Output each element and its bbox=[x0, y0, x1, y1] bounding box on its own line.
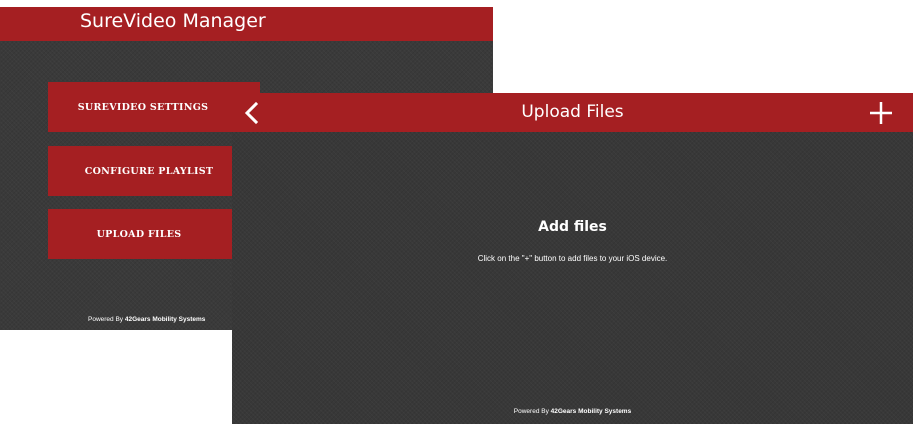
plus-icon[interactable] bbox=[868, 100, 894, 126]
surevideo-settings-label: SUREVIDEO SETTINGS bbox=[77, 101, 209, 113]
surevideo-settings-button[interactable]: SUREVIDEO SETTINGS bbox=[48, 82, 260, 132]
powered-by-footer: Powered By 42Gears Mobility Systems bbox=[232, 408, 913, 415]
upload-files-button[interactable]: UPLOAD FILES bbox=[48, 209, 260, 259]
add-files-heading: Add files bbox=[538, 219, 607, 235]
footer-brand: 42Gears Mobility Systems bbox=[550, 408, 632, 415]
upload-files-label: UPLOAD FILES bbox=[96, 228, 182, 240]
upload-header: Upload Files bbox=[232, 93, 913, 132]
footer-brand: 42Gears Mobility Systems bbox=[124, 316, 206, 323]
add-files-hint: Click on the "+" button to add files to … bbox=[477, 254, 668, 263]
powered-by-footer: Powered By 42Gears Mobility Systems bbox=[88, 316, 205, 323]
upload-files-window: Upload Files Add files Click on the "+" … bbox=[232, 93, 913, 424]
footer-prefix: Powered By bbox=[513, 408, 551, 415]
upload-title: Upload Files bbox=[521, 102, 624, 122]
configure-playlist-button[interactable]: CONFIGURE PLAYLIST bbox=[48, 146, 260, 196]
configure-playlist-label: CONFIGURE PLAYLIST bbox=[84, 165, 214, 177]
app-title: SureVideo Manager bbox=[80, 10, 266, 32]
screen: SureVideo Manager SUREVIDEO SETTINGS CON… bbox=[0, 0, 917, 433]
footer-prefix: Powered By bbox=[88, 316, 125, 323]
app-titlebar: SureVideo Manager bbox=[0, 7, 493, 41]
